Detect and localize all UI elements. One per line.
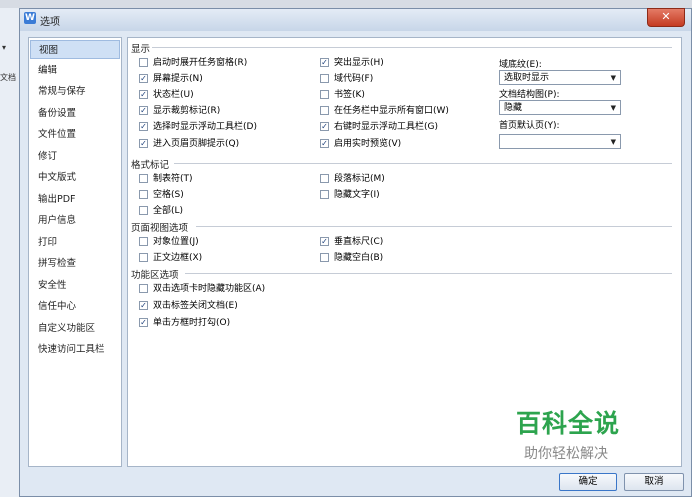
nav-item-quick-access[interactable]: 快速访问工具栏 [30, 340, 120, 359]
field-shading-label: 域底纹(E): [499, 60, 542, 70]
nav-item-revision[interactable]: 修订 [30, 147, 120, 166]
checkbox[interactable]: ✓ [320, 122, 329, 131]
first-page-select[interactable]: ▼ [499, 134, 621, 149]
checkbox[interactable] [320, 253, 329, 262]
wps-app-icon: W [24, 12, 36, 24]
dialog-titlebar[interactable]: W 选项 ✕ [20, 8, 691, 31]
section-title-display: 显示 [131, 44, 151, 55]
section-title-format-marks: 格式标记 [131, 160, 170, 171]
first-page-label: 首页默认页(Y): [499, 121, 560, 131]
cancel-button[interactable]: 取消 [624, 473, 684, 491]
checkbox[interactable] [320, 90, 329, 99]
checkbox[interactable] [139, 253, 148, 262]
nav-item-spell-check[interactable]: 拼写检查 [30, 254, 120, 273]
nav-item-file-location[interactable]: 文件位置 [30, 125, 120, 144]
checkbox[interactable] [139, 58, 148, 67]
checkbox[interactable] [139, 174, 148, 183]
checkbox[interactable]: ✓ [139, 106, 148, 115]
checkbox[interactable]: ✓ [139, 90, 148, 99]
checkbox[interactable]: ✓ [320, 237, 329, 246]
nav-item-edit[interactable]: 编辑 [30, 61, 120, 80]
nav-item-print[interactable]: 打印 [30, 233, 120, 252]
section-divider [185, 273, 672, 274]
checkbox[interactable]: ✓ [320, 58, 329, 67]
nav-item-user-info[interactable]: 用户信息 [30, 211, 120, 230]
section-divider [152, 47, 672, 48]
section-title-page-view: 页面视图选项 [131, 223, 189, 234]
background-doc-label: 文档 [0, 73, 16, 82]
nav-item-security[interactable]: 安全性 [30, 276, 120, 295]
close-icon[interactable]: ✕ [647, 8, 685, 27]
checkbox[interactable]: ✓ [139, 122, 148, 131]
section-divider [196, 226, 672, 227]
chevron-down-icon: ▾ [2, 43, 7, 52]
watermark-title: 百科全说 [516, 409, 621, 438]
checkbox[interactable]: ✓ [139, 301, 148, 310]
section-title-ribbon: 功能区选项 [131, 270, 179, 281]
dropdown-arrow-icon: ▼ [610, 138, 616, 146]
checkbox[interactable]: ✓ [139, 318, 148, 327]
checkbox[interactable]: ✓ [320, 139, 329, 148]
background-app-sidebar: ▾ 文档 [0, 8, 21, 497]
ok-button[interactable]: 确定 [559, 473, 617, 491]
section-divider [174, 163, 672, 164]
nav-item-backup[interactable]: 备份设置 [30, 104, 120, 123]
doc-structure-label: 文档结构图(P): [499, 90, 560, 100]
dialog-title: 选项 [40, 17, 60, 28]
checkbox[interactable] [139, 237, 148, 246]
field-shading-select[interactable]: 选取时显示 ▼ [499, 70, 621, 85]
checkbox[interactable] [139, 284, 148, 293]
dropdown-arrow-icon: ▼ [610, 74, 616, 82]
watermark-subtitle: 助你轻松解决 [524, 446, 608, 462]
checkbox[interactable] [139, 206, 148, 215]
checkbox[interactable] [320, 106, 329, 115]
checkbox[interactable] [320, 74, 329, 83]
checkbox[interactable] [320, 174, 329, 183]
nav-item-customize-ribbon[interactable]: 自定义功能区 [30, 319, 120, 338]
nav-item-chinese-layout[interactable]: 中文版式 [30, 168, 120, 187]
checkbox[interactable]: ✓ [139, 74, 148, 83]
nav-item-export-pdf[interactable]: 输出PDF [30, 190, 120, 209]
options-panel: 显示 启动时展开任务窗格(R) ✓ 屏幕提示(N) ✓ 状态栏(U) ✓ 显示裁剪标记… [127, 37, 682, 467]
background-app-toolbar [0, 0, 692, 8]
checkbox[interactable] [320, 190, 329, 199]
checkbox[interactable] [139, 190, 148, 199]
nav-item-trust-center[interactable]: 信任中心 [30, 297, 120, 316]
checkbox[interactable]: ✓ [139, 139, 148, 148]
nav-item-general-save[interactable]: 常规与保存 [30, 82, 120, 101]
dropdown-arrow-icon: ▼ [610, 104, 616, 112]
doc-structure-select[interactable]: 隐藏 ▼ [499, 100, 621, 115]
nav-item-view[interactable]: 视图 [30, 40, 120, 59]
options-nav: 视图 编辑 常规与保存 备份设置 文件位置 修订 中文版式 输出PDF 用户信息… [28, 37, 122, 467]
